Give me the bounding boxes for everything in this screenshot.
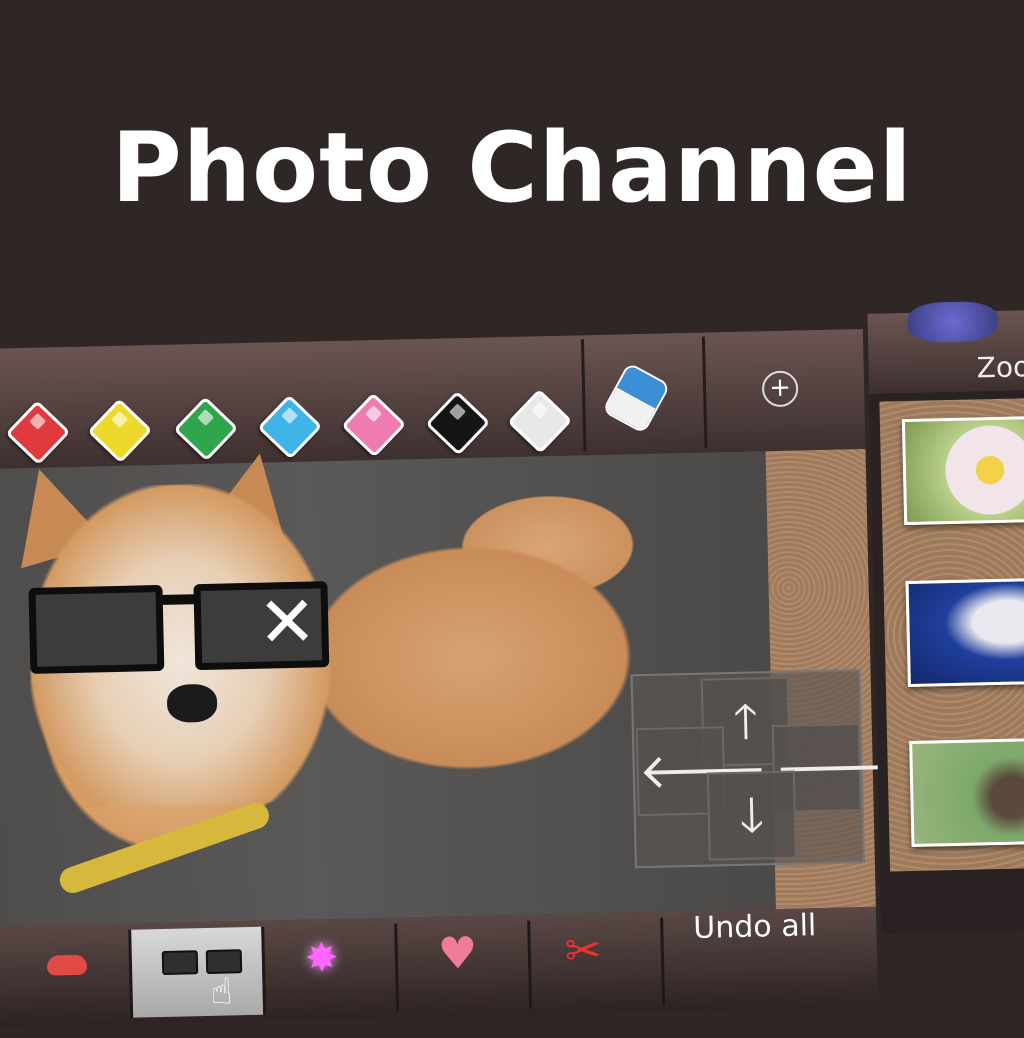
undo-all-label: Undo all	[692, 908, 817, 946]
flower-decoration	[907, 300, 999, 343]
scissors-button[interactable]: ✂	[530, 917, 666, 1009]
thumbnail-sky[interactable]	[905, 577, 1024, 688]
sparkle-stamp-button[interactable]: ✸	[264, 923, 400, 1015]
zoom-label[interactable]: Zoo	[976, 350, 1024, 384]
photo-editor: + ✕ 🡑 🡐 🡒 🡓 ☝ ✸ ♥ ✂ Undo all	[0, 328, 904, 1027]
sunglasses-icon	[161, 949, 243, 976]
dog-nose	[166, 683, 218, 723]
bottom-toolbar: ☝ ✸ ♥ ✂ Undo all	[0, 906, 879, 1027]
heart-stamp-button[interactable]: ♥	[397, 920, 533, 1012]
heart-icon: ♥	[437, 927, 478, 980]
lips-icon	[46, 954, 88, 976]
lips-stamp-button[interactable]	[0, 929, 134, 1021]
arrow-pad: 🡑 🡐 🡒 🡓	[630, 669, 904, 869]
dog-collar	[56, 799, 273, 897]
thumbnail-corkboard	[879, 397, 1024, 872]
arrow-down-button[interactable]: 🡓	[706, 770, 797, 861]
thumbnail-flower[interactable]	[901, 415, 1024, 526]
sunglasses-stamp-button[interactable]: ☝	[131, 926, 267, 1018]
sparkle-icon: ✸	[304, 935, 339, 982]
thumbnail-panel-header: Zoo	[867, 300, 1024, 394]
pointer-hand-icon: ☝	[210, 971, 234, 1013]
undo-all-button[interactable]: Undo all	[663, 908, 875, 1006]
screen-stage: + ✕ 🡑 🡐 🡒 🡓 ☝ ✸ ♥ ✂ Undo all Zoo	[0, 0, 1024, 1038]
top-toolbar: +	[0, 328, 866, 469]
sparkle-stamp: ✕	[257, 580, 318, 664]
thumbnail-bird[interactable]	[909, 737, 1024, 847]
scissors-icon: ✂	[564, 925, 603, 977]
thumbnail-panel: Zoo	[867, 300, 1024, 934]
